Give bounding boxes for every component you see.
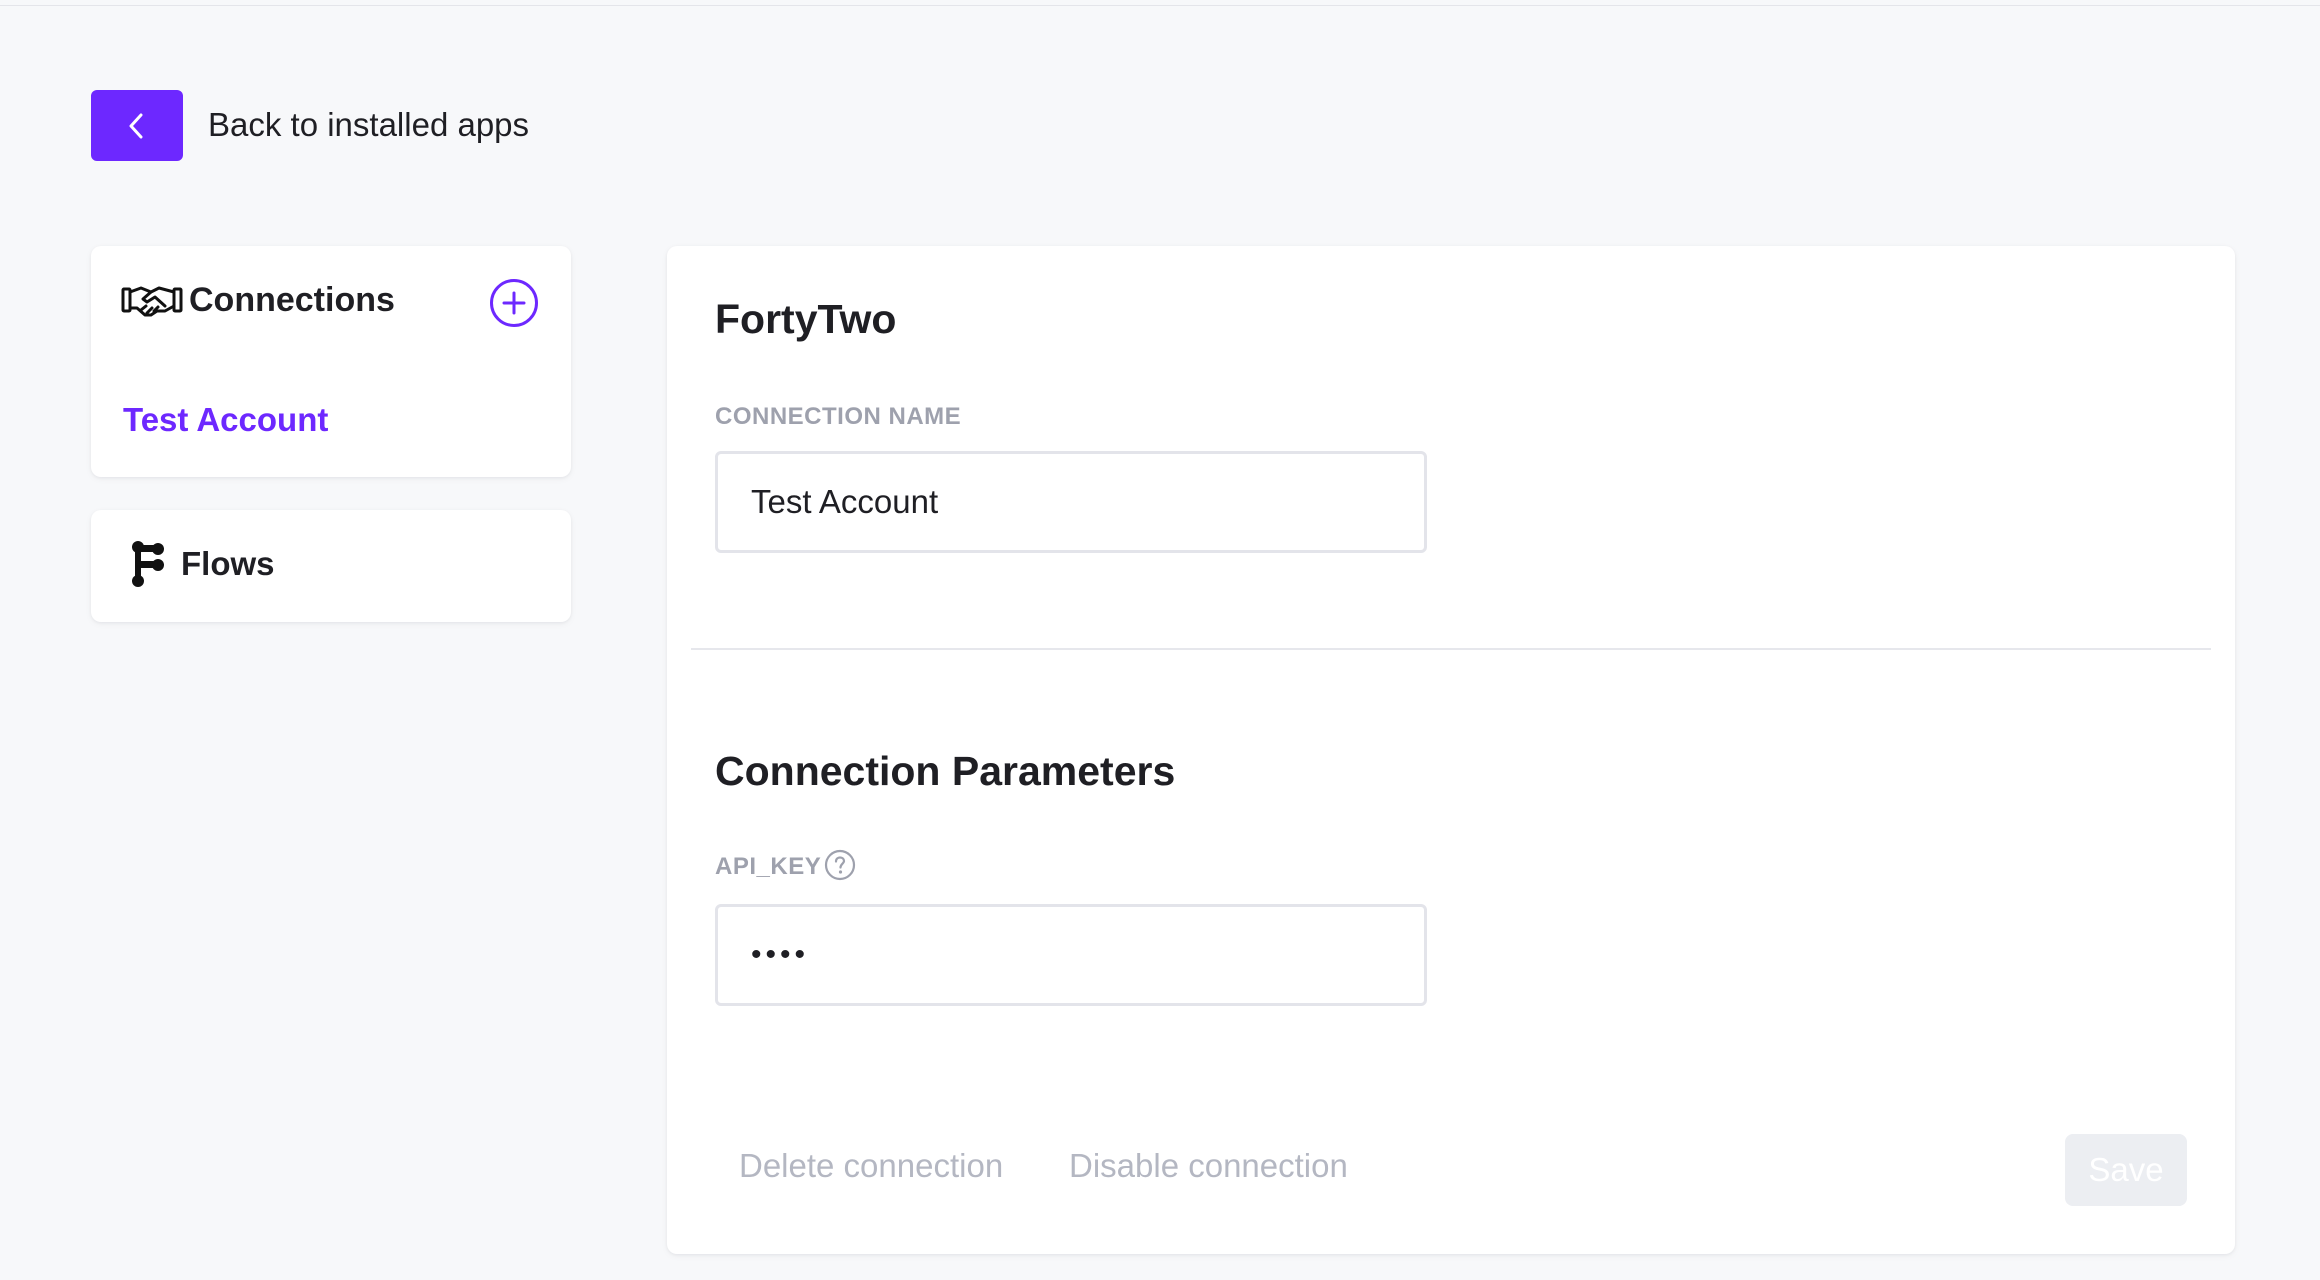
back-label[interactable]: Back to installed apps (208, 105, 529, 145)
connections-header: Connections (121, 280, 395, 320)
add-connection-button[interactable] (490, 279, 538, 327)
flows-icon (132, 541, 164, 587)
help-circle-icon[interactable] (824, 849, 856, 881)
connections-title: Connections (189, 281, 395, 319)
api-key-label: API_KEY (715, 853, 822, 880)
connection-name-input[interactable] (715, 451, 1427, 553)
handshake-icon (121, 286, 183, 317)
connection-name-label: CONNECTION NAME (715, 403, 962, 430)
app-title: FortyTwo (715, 296, 897, 342)
save-button[interactable]: Save (2065, 1134, 2187, 1206)
flows-title: Flows (181, 545, 275, 582)
connection-item-test-account[interactable]: Test Account (123, 400, 328, 440)
connection-detail-panel: FortyTwo CONNECTION NAME Connection Para… (667, 246, 2235, 1254)
flows-nav-item[interactable]: Flows (131, 540, 275, 588)
back-button[interactable] (91, 90, 183, 161)
chevron-left-icon (129, 113, 143, 138)
delete-connection-button[interactable]: Delete connection (739, 1146, 1003, 1186)
flows-card[interactable]: Flows (91, 510, 571, 622)
api-key-input[interactable] (715, 904, 1427, 1006)
plus-icon (502, 291, 526, 315)
section-divider (691, 648, 2211, 650)
connection-parameters-title: Connection Parameters (715, 748, 1176, 794)
disable-connection-button[interactable]: Disable connection (1069, 1146, 1348, 1186)
top-border (0, 0, 2320, 6)
connections-card: Connections Test Account (91, 246, 571, 477)
